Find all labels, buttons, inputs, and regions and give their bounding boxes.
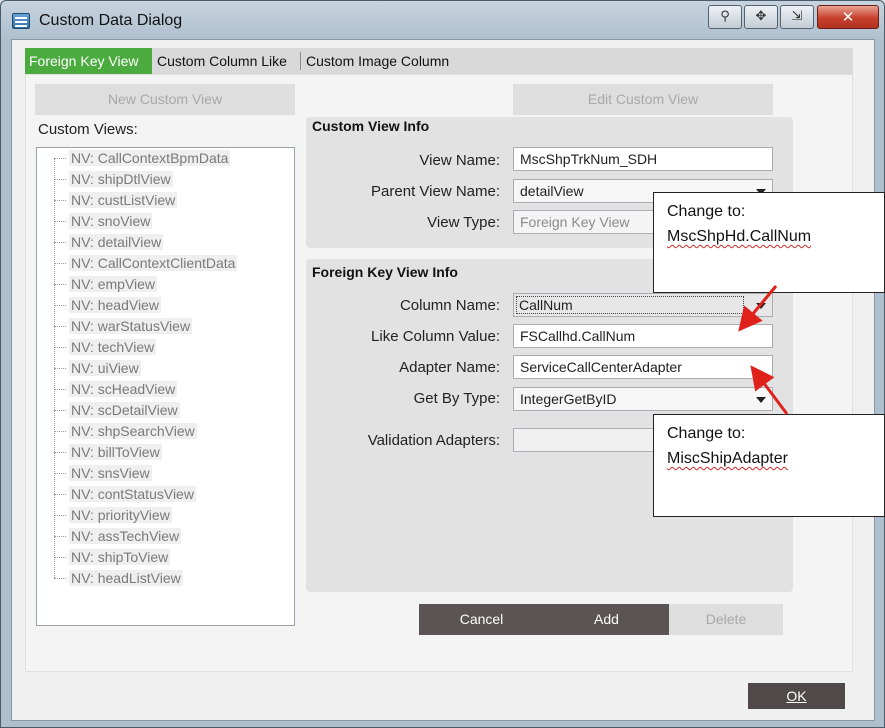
chevron-down-icon (756, 303, 766, 309)
window-title: Custom Data Dialog (39, 12, 183, 29)
validation-adapters-label: Validation Adapters: (367, 432, 500, 449)
custom-view-info-title: Custom View Info (312, 118, 430, 134)
tree-item[interactable]: NV: warStatusView (37, 316, 277, 336)
tree-item[interactable]: NV: contStatusView (37, 484, 277, 504)
column-name-select[interactable]: CallNum (513, 293, 773, 317)
tree-item[interactable]: NV: headView (37, 295, 277, 315)
tab-strip: Foreign Key View Custom Column Like Cust… (25, 48, 853, 74)
tree-item[interactable]: NV: shipToView (37, 547, 277, 567)
chevron-down-icon (756, 397, 766, 403)
view-type-label: View Type: (427, 214, 500, 231)
close-icon[interactable]: ✕ (817, 5, 879, 29)
tree-item[interactable]: NV: scDetailView (37, 400, 277, 420)
parent-view-name-value: detailView (520, 183, 584, 199)
tree-item[interactable]: NV: custListView (37, 190, 277, 210)
custom-views-tree[interactable]: NV: CallContextBpmData NV: shipDtlView N… (36, 147, 295, 626)
delete-button[interactable]: Delete (669, 604, 783, 635)
adapter-name-field[interactable]: ServiceCallCenterAdapter (513, 355, 773, 379)
like-column-value-label: Like Column Value: (371, 328, 500, 345)
callout-heading: Change to: (667, 425, 746, 442)
tree-item[interactable]: NV: empView (37, 274, 277, 294)
tree-item[interactable]: NV: scHeadView (37, 379, 277, 399)
callout-heading: Change to: (667, 203, 746, 220)
foreign-key-view-info-title: Foreign Key View Info (312, 264, 458, 280)
tab-foreign-key-view[interactable]: Foreign Key View (25, 48, 152, 74)
pin-icon[interactable]: ⚲ (708, 5, 742, 29)
tab-custom-image-column[interactable]: Custom Image Column (302, 48, 472, 74)
dialog-client-area: Foreign Key View Custom Column Like Cust… (11, 39, 875, 721)
view-name-label: View Name: (419, 152, 500, 169)
adapter-name-label: Adapter Name: (399, 359, 500, 376)
tree-item[interactable]: NV: uiView (37, 358, 277, 378)
tree-item[interactable]: NV: assTechView (37, 526, 277, 546)
tree-item[interactable]: NV: CallContextBpmData (37, 148, 277, 168)
tab-custom-column-like[interactable]: Custom Column Like (153, 48, 301, 74)
view-name-field[interactable]: MscShpTrkNum_SDH (513, 147, 773, 171)
window-app-icon (12, 13, 30, 29)
add-button[interactable]: Add (544, 604, 669, 635)
tree-item[interactable]: NV: snsView (37, 463, 277, 483)
annotation-callout-adapter: Change to: MiscShipAdapter (653, 414, 885, 517)
tree-item[interactable]: NV: priorityView (37, 505, 277, 525)
parent-view-name-label: Parent View Name: (371, 183, 500, 200)
dialog-window: Custom Data Dialog ⚲ ✥ ⇲ ✕ Foreign Key V… (0, 0, 885, 728)
restore-icon[interactable]: ⇲ (780, 5, 814, 29)
get-by-type-label: Get By Type: (413, 390, 500, 407)
cancel-button[interactable]: Cancel (419, 604, 544, 635)
title-bar[interactable]: Custom Data Dialog ⚲ ✥ ⇲ ✕ (1, 1, 884, 39)
tree-item[interactable]: NV: headListView (37, 568, 277, 588)
edit-custom-view-button[interactable]: Edit Custom View (513, 84, 773, 115)
tree-item[interactable]: NV: shpSearchView (37, 421, 277, 441)
new-custom-view-button[interactable]: New Custom View (35, 84, 295, 115)
tree-item[interactable]: NV: detailView (37, 232, 277, 252)
annotation-callout-column: Change to: MscShpHd.CallNum (653, 192, 885, 293)
column-name-value: CallNum (516, 296, 744, 314)
ok-button[interactable]: OK (748, 683, 845, 709)
tree-item[interactable]: NV: CallContextClientData (37, 253, 277, 273)
tab-separator (300, 52, 301, 70)
callout-value: MscShpHd.CallNum (667, 228, 812, 245)
like-column-value-field[interactable]: FSCallhd.CallNum (513, 324, 773, 348)
tree-item[interactable]: NV: shipDtlView (37, 169, 277, 189)
callout-value: MiscShipAdapter (667, 450, 788, 467)
custom-views-label: Custom Views: (38, 121, 138, 138)
tree-item[interactable]: NV: techView (37, 337, 277, 357)
move-icon[interactable]: ✥ (744, 5, 778, 29)
tree-item[interactable]: NV: billToView (37, 442, 277, 462)
get-by-type-select[interactable]: IntegerGetByID (513, 387, 773, 411)
tree-item[interactable]: NV: snoView (37, 211, 277, 231)
get-by-type-value: IntegerGetByID (520, 391, 617, 407)
column-name-label: Column Name: (399, 297, 500, 314)
